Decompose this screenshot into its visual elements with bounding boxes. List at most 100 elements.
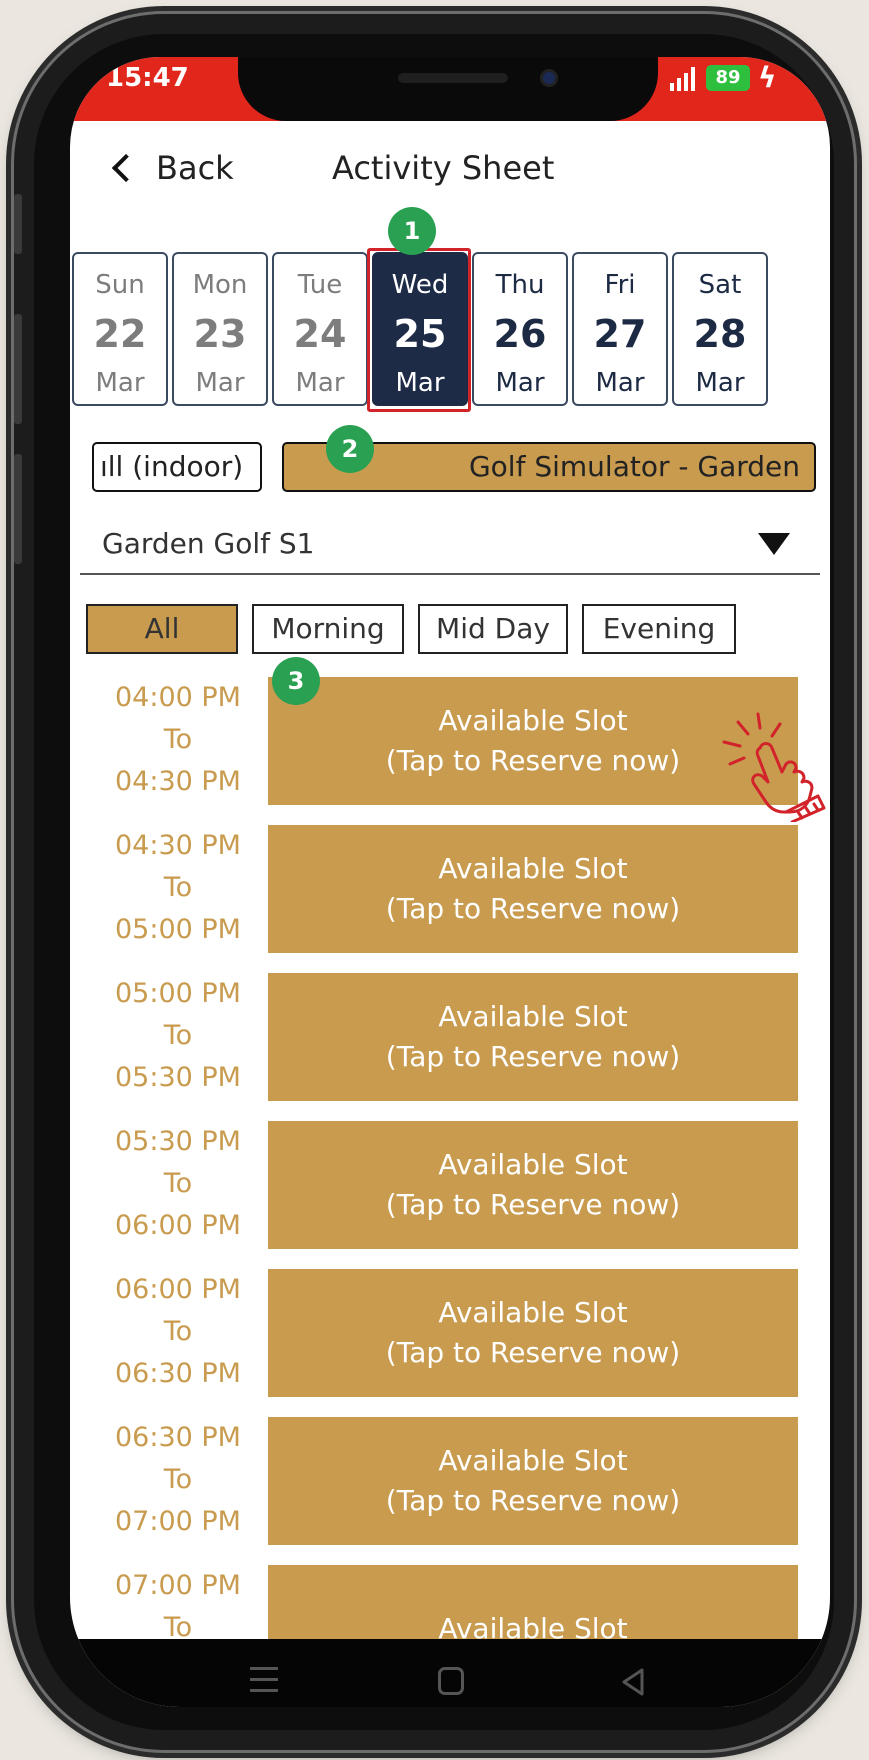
date-weekday: Thu xyxy=(495,270,545,300)
time-filter-group: All Morning Mid Day Evening xyxy=(86,604,736,654)
system-nav-bar xyxy=(70,1639,830,1707)
bay-select[interactable]: Garden Golf S1 xyxy=(80,513,820,575)
slot-to: To xyxy=(163,1464,193,1495)
slot-to: To xyxy=(163,872,193,903)
date-card-sat[interactable]: Sat 28 Mar xyxy=(672,252,768,406)
facility-chip-indoor[interactable]: ıll (indoor) xyxy=(92,442,262,492)
phone-button xyxy=(14,194,22,254)
date-month: Mar xyxy=(95,368,145,398)
slot-status: Available Slot xyxy=(438,1444,628,1477)
date-day: 26 xyxy=(493,312,547,356)
camera-icon xyxy=(540,69,558,87)
slot-row: 04:00 PM To 04:30 PM Available Slot (Tap… xyxy=(70,677,830,825)
slot-start: 07:00 PM xyxy=(115,1570,241,1601)
date-day: 22 xyxy=(93,312,147,356)
slot-start: 05:30 PM xyxy=(115,1126,241,1157)
slot-time: 07:00 PM To xyxy=(94,1565,262,1649)
reserve-slot-button[interactable]: Available Slot (Tap to Reserve now) xyxy=(268,677,798,805)
back-button[interactable]: Back xyxy=(111,149,234,187)
slot-time: 04:30 PM To 05:00 PM xyxy=(94,825,262,951)
date-weekday: Tue xyxy=(297,270,343,300)
date-month: Mar xyxy=(295,368,345,398)
reserve-slot-button[interactable]: Available Slot (Tap to Reserve now) xyxy=(268,1121,798,1249)
status-time: 15:47 xyxy=(106,63,189,93)
slot-end: 06:30 PM xyxy=(115,1358,241,1389)
slot-status: Available Slot xyxy=(438,1000,628,1033)
slot-status: Available Slot xyxy=(438,1148,628,1181)
slot-to: To xyxy=(163,1020,193,1051)
reserve-slot-button[interactable]: Available Slot (Tap to Reserve now) xyxy=(268,973,798,1101)
chevron-left-icon xyxy=(111,153,141,183)
slot-end: 06:00 PM xyxy=(115,1210,241,1241)
slot-status: Available Slot xyxy=(438,852,628,885)
slot-hint: (Tap to Reserve now) xyxy=(385,892,681,925)
date-month: Mar xyxy=(195,368,245,398)
notch xyxy=(238,57,658,121)
date-day: 27 xyxy=(593,312,647,356)
battery-icon: 89 xyxy=(706,65,750,91)
slot-row: 06:00 PM To 06:30 PM Available Slot (Tap… xyxy=(70,1269,830,1417)
date-card-fri[interactable]: Fri 27 Mar xyxy=(572,252,668,406)
step-badge-3: 3 xyxy=(272,657,320,705)
date-day: 24 xyxy=(293,312,347,356)
signal-icon xyxy=(670,67,695,91)
reserve-slot-button[interactable]: Available Slot (Tap to Reserve now) xyxy=(268,1417,798,1545)
slot-hint: (Tap to Reserve now) xyxy=(385,744,681,777)
slot-to: To xyxy=(163,1168,193,1199)
date-card-wed-selected[interactable]: Wed 25 Mar xyxy=(372,252,468,406)
slot-row: 04:30 PM To 05:00 PM Available Slot (Tap… xyxy=(70,825,830,973)
reserve-slot-button[interactable]: Available Slot (Tap to Reserve now) xyxy=(268,825,798,953)
bay-select-value: Garden Golf S1 xyxy=(102,527,315,560)
reserve-slot-button[interactable]: Available Slot (Tap to Reserve now) xyxy=(268,1269,798,1397)
recent-apps-icon[interactable] xyxy=(250,1667,278,1700)
filter-morning[interactable]: Morning xyxy=(252,604,404,654)
slot-to: To xyxy=(163,1316,193,1347)
slot-start: 06:00 PM xyxy=(115,1274,241,1305)
step-badge-2: 2 xyxy=(326,425,374,473)
slot-start: 04:30 PM xyxy=(115,830,241,861)
date-month: Mar xyxy=(595,368,645,398)
date-month: Mar xyxy=(495,368,545,398)
charging-icon: ϟ xyxy=(758,61,777,94)
slot-status: Available Slot xyxy=(438,704,628,737)
slot-time: 04:00 PM To 04:30 PM xyxy=(94,677,262,803)
date-day: 28 xyxy=(693,312,747,356)
date-weekday: Mon xyxy=(192,270,248,300)
speaker-icon xyxy=(398,73,508,83)
filter-evening[interactable]: Evening xyxy=(582,604,736,654)
slot-start: 05:00 PM xyxy=(115,978,241,1009)
home-icon[interactable] xyxy=(438,1667,464,1695)
slot-start: 04:00 PM xyxy=(115,682,241,713)
slot-end: 05:00 PM xyxy=(115,914,241,945)
slot-end: 04:30 PM xyxy=(115,766,241,797)
slot-row: 05:30 PM To 06:00 PM Available Slot (Tap… xyxy=(70,1121,830,1269)
slot-time: 05:00 PM To 05:30 PM xyxy=(94,973,262,1099)
slot-start: 06:30 PM xyxy=(115,1422,241,1453)
page-title: Activity Sheet xyxy=(332,149,555,187)
date-day: 25 xyxy=(393,312,447,356)
slot-time: 06:00 PM To 06:30 PM xyxy=(94,1269,262,1395)
date-card-thu[interactable]: Thu 26 Mar xyxy=(472,252,568,406)
slot-hint: (Tap to Reserve now) xyxy=(385,1040,681,1073)
date-weekday: Wed xyxy=(391,270,449,300)
slot-end: 07:00 PM xyxy=(115,1506,241,1537)
phone-button xyxy=(14,454,22,564)
filter-all[interactable]: All xyxy=(86,604,238,654)
phone-button xyxy=(14,314,22,424)
date-weekday: Sat xyxy=(698,270,742,300)
filter-mid-day[interactable]: Mid Day xyxy=(418,604,568,654)
slot-hint: (Tap to Reserve now) xyxy=(385,1484,681,1517)
date-weekday: Sun xyxy=(95,270,145,300)
back-triangle-icon[interactable] xyxy=(620,1667,646,1697)
step-badge-1: 1 xyxy=(388,207,436,255)
slot-row: 06:30 PM To 07:00 PM Available Slot (Tap… xyxy=(70,1417,830,1565)
date-card-tue[interactable]: Tue 24 Mar xyxy=(272,252,368,406)
date-card-sun[interactable]: Sun 22 Mar xyxy=(72,252,168,406)
date-month: Mar xyxy=(695,368,745,398)
app-screen: 15:47 89 ϟ Back Activity Sheet Sun 22 Ma… xyxy=(70,57,830,1707)
slot-hint: (Tap to Reserve now) xyxy=(385,1188,681,1221)
slot-time: 05:30 PM To 06:00 PM xyxy=(94,1121,262,1247)
slot-to: To xyxy=(163,724,193,755)
date-card-mon[interactable]: Mon 23 Mar xyxy=(172,252,268,406)
date-day: 23 xyxy=(193,312,247,356)
